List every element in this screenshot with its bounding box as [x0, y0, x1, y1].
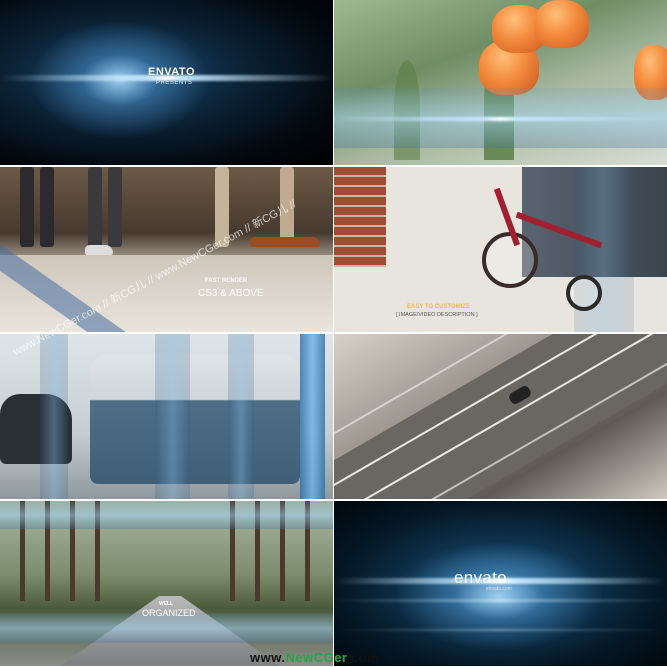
- glass-pane: [40, 334, 68, 499]
- leg: [108, 167, 122, 247]
- brand-title: ENVATO: [148, 66, 196, 78]
- vw-bus: [90, 354, 300, 484]
- light-flare: [334, 117, 667, 121]
- light-flare: [334, 629, 667, 631]
- shoe: [250, 237, 320, 247]
- light-band: [0, 501, 333, 529]
- tile-tricycle: EASY TO CUSTOMIZE [ IMAGE/VIDEO DESCRIPT…: [334, 167, 667, 332]
- shoe: [85, 245, 113, 255]
- footer-prefix: www.: [250, 650, 286, 665]
- tricycle-wheel: [482, 232, 538, 288]
- caption-small: EASY TO CUSTOMIZE: [407, 304, 471, 310]
- tile-diagonal-road: [334, 334, 667, 499]
- caption-small: FAST RENDER: [205, 278, 248, 284]
- caption-large: CS3 & ABOVE: [198, 288, 264, 299]
- outro-url: envato.com: [486, 586, 512, 592]
- tile-commuters: FAST RENDER CS3 & ABOVE: [0, 167, 333, 332]
- glass-pane: [300, 334, 325, 499]
- tulip-flower: [534, 0, 589, 48]
- glass-pane: [155, 334, 190, 499]
- tricycle-wheel: [566, 275, 602, 311]
- storyboard-grid: ENVATO PRESENTS FAST RENDER CS3 & ABOVE: [0, 0, 667, 667]
- footer-suffix: .com: [346, 650, 380, 665]
- road: [334, 334, 667, 499]
- footer-highlight: NewCGer: [285, 650, 347, 665]
- brick-wall: [334, 167, 386, 267]
- caption-large: ORGANIZED: [142, 608, 196, 618]
- tile-vw-bus: [0, 334, 333, 499]
- light-glow: [394, 541, 604, 651]
- watermark-footer: www.NewCGer.com: [250, 650, 379, 665]
- light-flare: [334, 599, 667, 602]
- caption-large: [ IMAGE/VIDEO DESCRIPTION ]: [396, 312, 478, 318]
- tile-forest-road: WELL ORGANIZED: [0, 501, 333, 666]
- leg: [20, 167, 34, 247]
- outro-brand: envato: [454, 568, 507, 587]
- leg: [40, 167, 54, 247]
- caption-small: WELL: [159, 601, 174, 607]
- glass-pane: [228, 334, 254, 499]
- brand-subtitle: PRESENTS: [156, 80, 193, 86]
- tile-tulips: [334, 0, 667, 165]
- leg: [88, 167, 102, 247]
- tile-envato-presents: ENVATO PRESENTS: [0, 0, 333, 165]
